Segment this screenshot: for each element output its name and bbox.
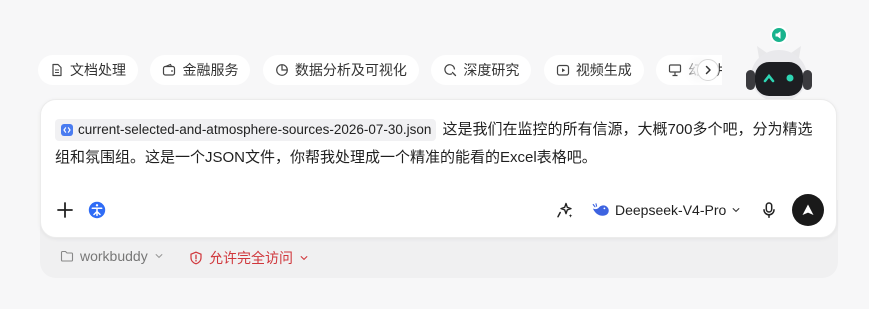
presentation-icon [669,64,682,77]
chip-label: 深度研究 [463,62,520,78]
chip-label: 视频生成 [575,62,632,78]
chat-input-card[interactable]: current-selected-and-atmosphere-sources-… [40,99,837,238]
workspace-label: workbuddy [80,248,148,264]
chips-scroll-right-button[interactable] [697,59,719,81]
access-label: 允许完全访问 [209,250,293,266]
microphone-button[interactable] [759,200,779,220]
search-research-icon [444,64,457,77]
explore-tools-button[interactable] [87,200,107,220]
pie-chart-icon [276,64,288,76]
message-input[interactable]: current-selected-and-atmosphere-sources-… [55,116,825,172]
attached-file-chip[interactable]: current-selected-and-atmosphere-sources-… [55,119,437,142]
chip-label: 文档处理 [70,62,126,78]
document-icon [52,63,62,77]
send-button[interactable] [792,194,824,226]
chevron-down-icon [300,256,308,261]
chevron-right-icon [705,65,711,75]
chip-data-analysis[interactable]: 数据分析及可视化 [262,55,419,85]
chip-video-generation[interactable]: 视频生成 [543,55,644,85]
video-icon [556,64,569,76]
quick-action-chips: 文档处理 金融服务 数据分析及可视化 深度研究 视频生成 幻灯片 [38,55,722,85]
whale-logo-icon [592,203,609,216]
sparkle-enhance-button[interactable] [555,200,575,220]
send-arrow-icon [802,204,814,215]
model-label: Deepseek-V4-Pro [615,202,727,218]
shield-alert-icon [190,251,202,265]
chip-document-processing[interactable]: 文档处理 [38,55,138,85]
chip-financial-services[interactable]: 金融服务 [150,55,251,85]
wallet-icon [163,63,176,76]
chip-deep-research[interactable]: 深度研究 [431,55,532,85]
workspace-selector[interactable]: workbuddy [60,248,164,264]
chevron-down-icon [732,208,740,213]
chevron-down-icon [155,254,163,259]
model-selector[interactable]: Deepseek-V4-Pro [592,199,741,221]
add-attachment-button[interactable] [55,200,75,220]
attached-file-name: current-selected-and-atmosphere-sources-… [78,122,432,138]
chip-label: 金融服务 [182,62,239,78]
chip-label: 数据分析及可视化 [294,62,407,78]
access-permission-selector[interactable]: 允许完全访问 [189,248,309,268]
json-file-icon [61,124,73,137]
robot-mascot-icon[interactable] [740,24,820,104]
folder-icon [60,250,74,262]
